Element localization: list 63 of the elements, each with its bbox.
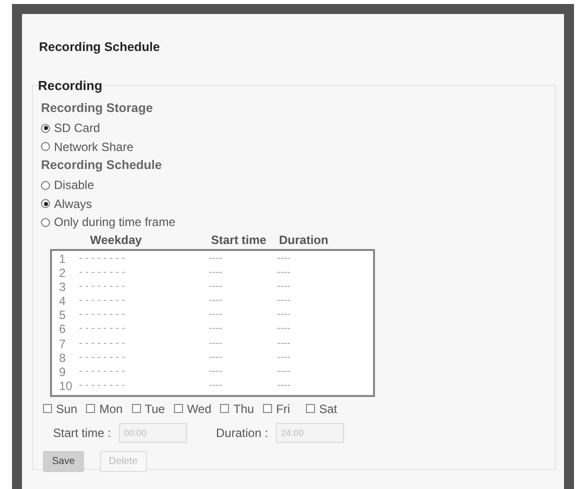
row-number: 4 (59, 294, 67, 308)
start-time-cell-text: ---- (209, 294, 224, 308)
weekday-cell-text: - - - - - - - - (79, 365, 126, 379)
column-header: Weekday (90, 232, 143, 246)
radio-option[interactable]: Disable (41, 176, 547, 194)
start-time-cell-text: ---- (209, 280, 224, 294)
schedule-list[interactable] (50, 248, 375, 396)
column-header: Duration (279, 232, 328, 246)
start-time-cell-text: ---- (209, 308, 224, 322)
weekday-cell-text: - - - - - - - - (79, 308, 126, 322)
row-number: 8 (59, 350, 67, 365)
section-heading: Recording Schedule (41, 158, 163, 174)
duration-cell: ---- (277, 336, 290, 351)
duration-cell-text: ---- (277, 365, 290, 379)
radio-option[interactable]: SD Card (41, 119, 547, 138)
page-title: Recording Schedule (39, 40, 161, 54)
radio-option[interactable]: Only during time frame (41, 213, 547, 232)
day-checkbox[interactable]: Mon (86, 402, 123, 416)
start-time-cell-text: ---- (209, 365, 224, 379)
start-time-cell-text: ---- (209, 266, 224, 280)
weekday-cell-text: - - - - - - - - (79, 252, 126, 266)
duration-cell: ---- (277, 294, 290, 308)
row-number: 9 (59, 365, 67, 380)
weekday-cell-text: - - - - - - - - (79, 336, 126, 351)
day-checkbox[interactable]: Wed (174, 402, 212, 416)
radio-option[interactable]: Network Share (41, 138, 547, 156)
start-time-cell-text: ---- (209, 336, 224, 351)
day-checkbox[interactable]: Sun (43, 402, 78, 416)
duration-cell-text: ---- (277, 280, 290, 294)
duration-cell-text: ---- (277, 252, 290, 266)
weekday-cell-text: - - - - - - - - (79, 350, 126, 365)
weekday-cell-text: - - - - - - - - (79, 294, 126, 308)
row-number: 10 (59, 379, 74, 394)
duration-cell-text: ---- (277, 322, 290, 336)
day-checkbox[interactable]: Fri (263, 402, 290, 416)
day-checkbox[interactable]: Sat (306, 402, 338, 416)
weekday-cell-text: - - - - - - - - (79, 280, 126, 294)
start-time-cell-text: ---- (209, 350, 224, 365)
weekday-cell-text: - - - - - - - - (79, 266, 126, 280)
field-label: Start time : (53, 426, 112, 440)
row-number: 1 (59, 252, 67, 266)
row-number: 6 (59, 322, 67, 337)
weekday-cell-text: - - - - - - - - (79, 379, 126, 394)
duration-cell: ---- (277, 350, 290, 365)
radio-option[interactable]: Always (41, 194, 547, 213)
start-time-cell-text: ---- (209, 322, 224, 336)
start-time-cell-text: ---- (209, 379, 224, 394)
column-header: Start time (211, 232, 268, 246)
day-checkbox[interactable]: Tue (132, 402, 165, 416)
start-time-cell-text: ---- (209, 252, 224, 266)
day-checkbox[interactable]: Thu (220, 402, 254, 416)
row-number: 7 (59, 336, 67, 351)
duration-cell: ---- (277, 308, 290, 322)
row-number: 2 (59, 266, 67, 280)
row-number: 3 (59, 280, 67, 294)
action-button[interactable]: Save (43, 450, 84, 472)
row-number: 5 (59, 308, 67, 322)
weekday-cell-text: - - - - - - - - (79, 322, 126, 336)
duration-cell: ---- (277, 266, 290, 280)
duration-cell: ---- (277, 379, 290, 394)
section-heading: Recording Storage (41, 101, 154, 117)
field-label: Duration : (216, 426, 268, 440)
section-legend: Recording (38, 78, 102, 93)
